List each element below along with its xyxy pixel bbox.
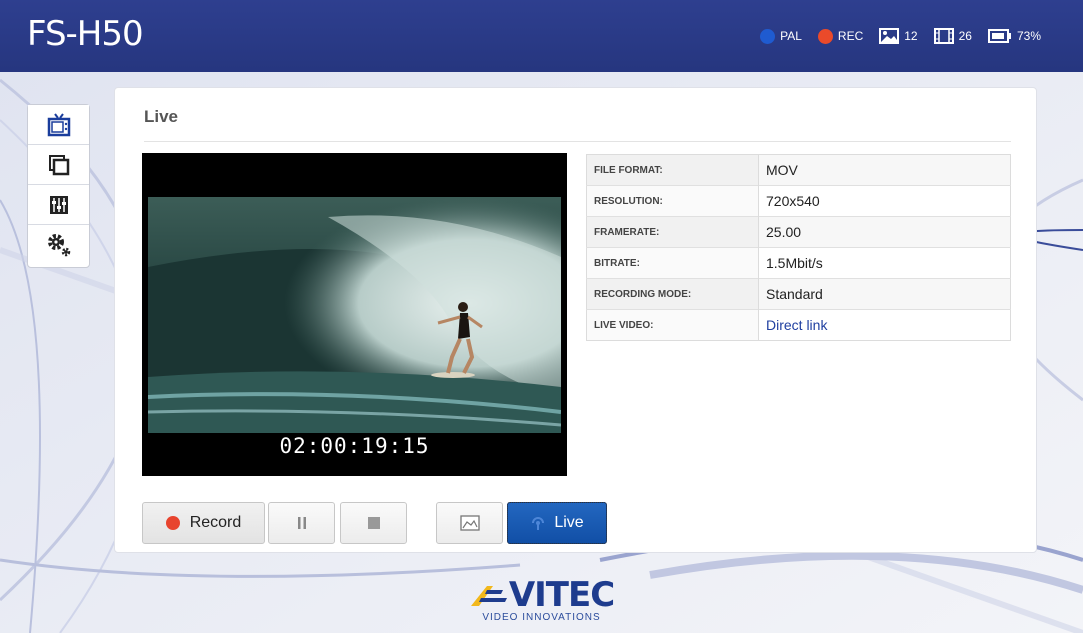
tv-icon (47, 112, 70, 136)
info-value-cell: Direct link (758, 309, 1011, 341)
clips-icon (48, 154, 69, 175)
nav-item-clips[interactable] (28, 145, 89, 185)
rec-label: REC (837, 29, 864, 43)
info-value: MOV (758, 154, 1011, 186)
brand-tagline: VIDEO INNOVATIONS (482, 612, 601, 623)
top-header: FS-H50 PAL REC 12 26 73% (0, 0, 1083, 72)
info-label: FILE FORMAT: (586, 154, 759, 186)
footer: VITEC VIDEO INNOVATIONS (0, 575, 1083, 623)
video-standard-label: PAL (780, 29, 802, 43)
info-label: BITRATE: (586, 247, 759, 279)
left-nav (27, 104, 90, 268)
live-button[interactable]: Live (507, 502, 607, 544)
page-title: Live (144, 107, 179, 126)
stop-button[interactable] (340, 502, 407, 544)
live-button-label: Live (554, 514, 584, 531)
info-value: 25.00 (758, 216, 1011, 248)
info-label: FRAMERATE: (586, 216, 759, 248)
table-row: RECORDING MODE: Standard (586, 278, 1011, 310)
gears-icon (47, 234, 70, 257)
record-icon (165, 516, 180, 530)
app-title: FS-H50 (27, 14, 144, 54)
surfer-video-frame (148, 197, 561, 433)
picture-icon (879, 28, 900, 44)
pal-indicator-icon (760, 28, 776, 44)
table-row: FRAMERATE: 25.00 (586, 216, 1011, 248)
snapshot-button[interactable] (436, 502, 503, 544)
info-label: RECORDING MODE: (586, 278, 759, 310)
clips-count: 26 (958, 29, 972, 43)
stop-icon (367, 517, 380, 529)
rec-indicator-icon (817, 28, 833, 44)
table-row: BITRATE: 1.5Mbit/s (586, 247, 1011, 279)
pause-button[interactable] (268, 502, 335, 544)
title-divider (144, 141, 1011, 142)
snapshot-icon (459, 515, 480, 531)
nav-item-system[interactable] (28, 225, 89, 265)
info-value: Standard (758, 278, 1011, 310)
pictures-count: 12 (904, 29, 918, 43)
nav-item-settings[interactable] (28, 185, 89, 225)
info-value: 720x540 (758, 185, 1011, 217)
vitec-logo: VITEC (469, 575, 615, 615)
table-row: FILE FORMAT: MOV (586, 154, 1011, 186)
clip-info-table: FILE FORMAT: MOV RESOLUTION: 720x540 FRA… (586, 154, 1011, 341)
table-row: LIVE VIDEO: Direct link (586, 309, 1011, 341)
live-video-preview: 02:00:19:15 (142, 153, 567, 476)
film-icon (933, 28, 954, 44)
broadcast-icon (532, 517, 545, 530)
battery-icon (987, 29, 1011, 43)
info-label: LIVE VIDEO: (586, 309, 759, 341)
live-panel: Live 02:00:19:15 FILE FORMAT: MOV RESOLU… (114, 87, 1037, 553)
info-value: 1.5Mbit/s (758, 247, 1011, 279)
pause-icon (297, 517, 306, 529)
battery-level: 73% (1016, 29, 1041, 43)
mixer-icon (49, 195, 68, 214)
status-bar: PAL REC 12 26 73% (760, 27, 1041, 45)
record-button[interactable]: Record (142, 502, 265, 544)
direct-link[interactable]: Direct link (766, 317, 827, 333)
table-row: RESOLUTION: 720x540 (586, 185, 1011, 217)
record-button-label: Record (189, 514, 242, 531)
brand-name: VITEC (508, 575, 615, 615)
timecode: 02:00:19:15 (279, 434, 430, 458)
vitec-mark-icon (470, 586, 507, 606)
info-label: RESOLUTION: (586, 185, 759, 217)
nav-item-live[interactable] (28, 105, 89, 145)
